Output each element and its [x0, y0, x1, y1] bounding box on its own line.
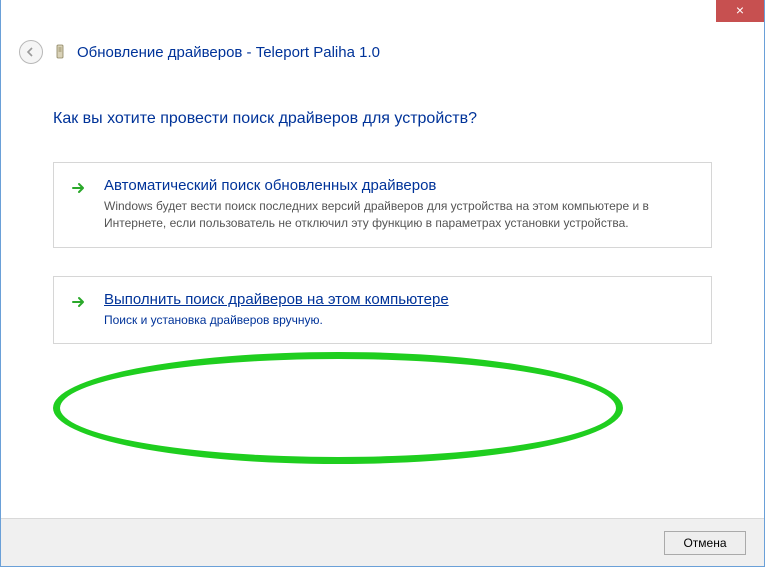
back-button[interactable]: [19, 40, 43, 64]
device-icon: [51, 43, 69, 61]
option-title: Автоматический поиск обновленных драйвер…: [104, 177, 693, 194]
titlebar: ×: [1, 0, 764, 30]
arrow-right-icon: [70, 293, 88, 311]
close-button[interactable]: ×: [716, 0, 764, 22]
cancel-button[interactable]: Отмена: [664, 531, 746, 555]
option-auto-search[interactable]: Автоматический поиск обновленных драйвер…: [53, 162, 712, 248]
option-title: Выполнить поиск драйверов на этом компью…: [104, 291, 693, 308]
annotation-highlight-ellipse: [53, 352, 623, 464]
header-title: Обновление драйверов - Teleport Paliha 1…: [77, 44, 380, 61]
option-description: Поиск и установка драйверов вручную.: [104, 312, 693, 329]
option-description: Windows будет вести поиск последних верс…: [104, 198, 693, 233]
page-heading: Как вы хотите провести поиск драйверов д…: [53, 110, 712, 128]
wizard-content: Как вы хотите провести поиск драйверов д…: [15, 82, 750, 512]
wizard-header: Обновление драйверов - Teleport Paliha 1…: [1, 30, 764, 82]
option-browse-computer[interactable]: Выполнить поиск драйверов на этом компью…: [53, 276, 712, 344]
arrow-left-icon: [25, 46, 37, 58]
arrow-right-icon: [70, 179, 88, 197]
wizard-footer: Отмена: [1, 518, 764, 566]
